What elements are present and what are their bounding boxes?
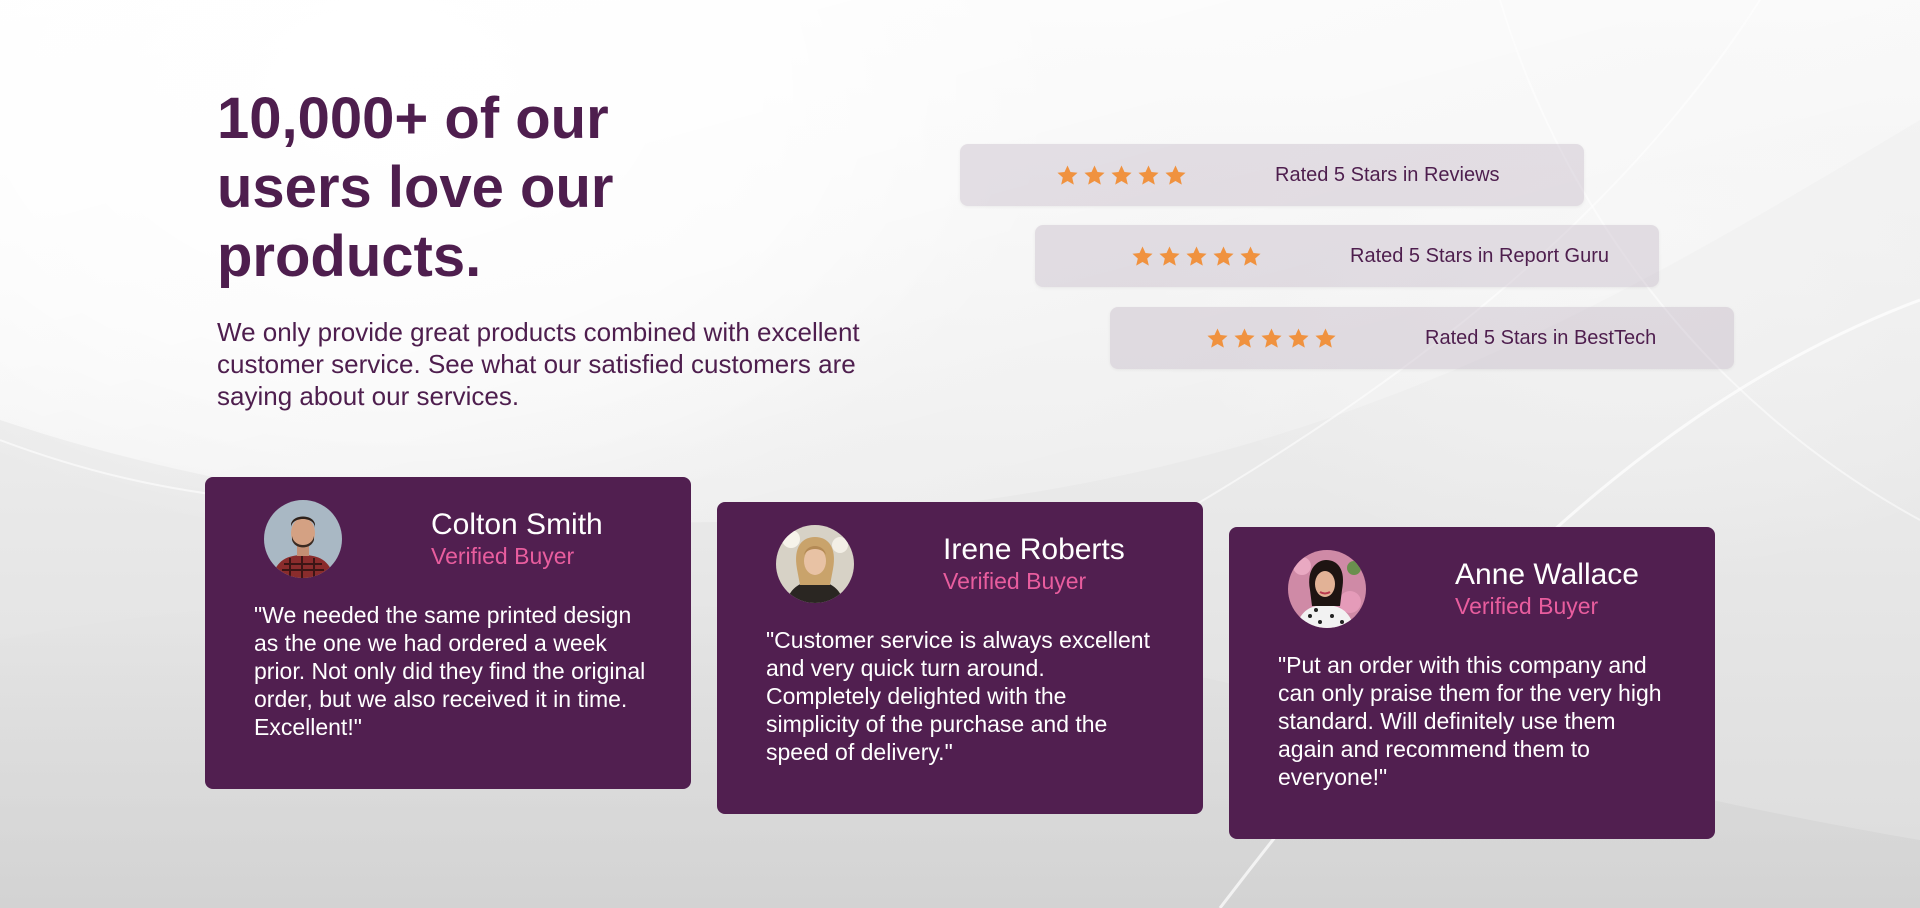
star-icon [1137,164,1160,187]
verified-badge: Verified Buyer [943,568,1087,594]
rating-label: Rated 5 Stars in BestTech [1425,327,1657,349]
star-icon [1233,327,1256,350]
verified-badge: Verified Buyer [1455,593,1599,619]
star-icon [1212,245,1235,268]
testimonial-quote: "We needed the same printed design as th… [254,602,646,740]
star-icon [1185,245,1208,268]
star-icon [1206,327,1229,350]
rating-label: Rated 5 Stars in Report Guru [1350,245,1610,267]
reviewer-name: Anne Wallace [1455,558,1639,591]
testimonial-card: Irene Roberts Verified Buyer "Customer s… [717,502,1203,814]
reviewer-name: Irene Roberts [943,533,1125,566]
star-icon [1131,245,1154,268]
star-icon [1239,245,1262,268]
rating-label: Rated 5 Stars in Reviews [1275,164,1500,186]
testimonial-quote: "Customer service is always excellent an… [766,627,1150,765]
star-icon [1287,327,1310,350]
rating-strip-besttech: Rated 5 Stars in BestTech [1110,307,1734,369]
star-icon [1056,164,1079,187]
avatar [1288,550,1366,628]
star-icon [1260,327,1283,350]
verified-badge: Verified Buyer [431,543,575,569]
testimonial-quote: "Put an order with this company and can … [1278,652,1662,790]
star-rating [1056,144,1187,206]
avatar [776,525,854,603]
testimonial-card: Anne Wallace Verified Buyer "Put an orde… [1229,527,1715,839]
star-rating [1131,225,1262,287]
star-icon [1110,164,1133,187]
rating-strip-reviews: Rated 5 Stars in Reviews [960,144,1584,206]
reviewer-name: Colton Smith [431,508,603,541]
star-rating [1206,307,1337,369]
star-icon [1314,327,1337,350]
page-subtitle: We only provide great products combined … [217,317,860,411]
star-icon [1164,164,1187,187]
star-icon [1158,245,1181,268]
rating-strip-report-guru: Rated 5 Stars in Report Guru [1035,225,1659,287]
avatar [264,500,342,578]
testimonial-card: Colton Smith Verified Buyer "We needed t… [205,477,691,789]
star-icon [1083,164,1106,187]
page-title: 10,000+ of our users love our products. [217,86,614,289]
